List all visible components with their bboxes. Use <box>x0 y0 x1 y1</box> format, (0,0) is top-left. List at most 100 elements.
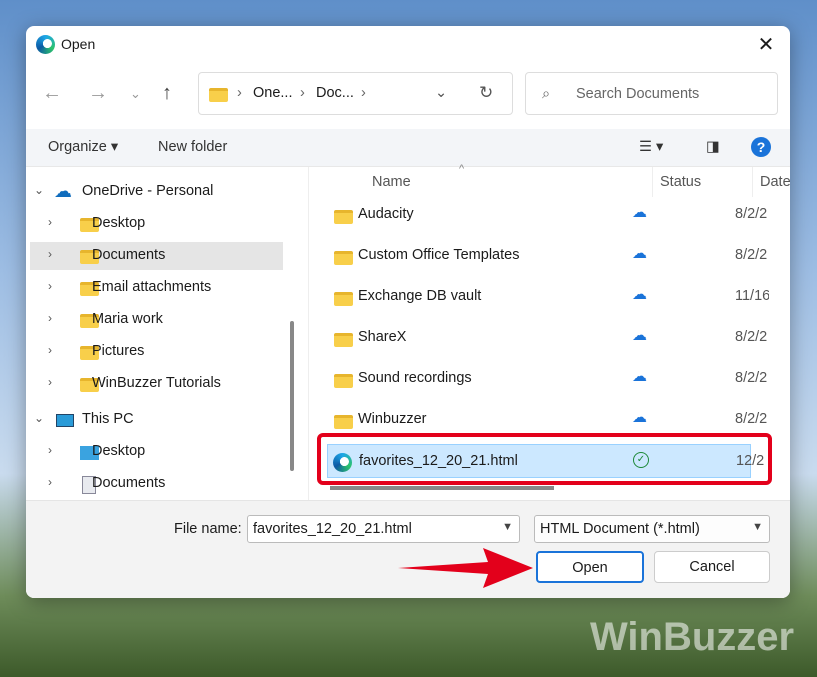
cloud-status-icon: ☁ <box>632 368 647 385</box>
nav-scrollbar[interactable] <box>290 321 294 471</box>
chevron-right-icon[interactable]: › <box>48 311 52 325</box>
chevron-down-icon[interactable]: ⌄ <box>34 411 44 425</box>
file-date: 11/16 <box>735 288 769 304</box>
column-status[interactable]: Status <box>660 174 701 190</box>
file-row[interactable]: ShareX ☁ 8/2/2 <box>327 321 767 355</box>
new-folder-button[interactable]: New folder <box>158 139 227 155</box>
title-bar: Open ✕ <box>26 26 790 62</box>
cloud-status-icon: ☁ <box>632 409 647 426</box>
nav-item-label: Maria work <box>92 311 163 327</box>
onedrive-icon: ☁ <box>54 181 72 201</box>
cloud-status-icon: ☁ <box>632 327 647 344</box>
file-name: Winbuzzer <box>358 411 427 427</box>
file-name-input[interactable]: favorites_12_20_21.html ▼ <box>247 515 520 543</box>
chevron-right-icon[interactable]: › <box>48 475 52 489</box>
chevron-right-icon[interactable]: › <box>48 279 52 293</box>
cancel-button[interactable]: Cancel <box>654 551 770 583</box>
column-name[interactable]: Name <box>372 174 411 190</box>
chevron-right-icon[interactable]: › <box>48 215 52 229</box>
nav-item[interactable]: › Desktop <box>30 210 283 238</box>
nav-item[interactable]: › Desktop <box>30 438 283 466</box>
chevron-right-icon[interactable]: › <box>48 375 52 389</box>
breadcrumb-onedrive[interactable]: One... <box>253 85 293 101</box>
file-name: ShareX <box>358 329 407 345</box>
view-options-icon[interactable]: ☰ ▾ <box>639 139 663 155</box>
chevron-right-icon[interactable]: › <box>48 247 52 261</box>
horizontal-scrollbar[interactable] <box>330 486 554 490</box>
address-bar[interactable]: › One... › Doc... › ⌄ ↻ <box>198 72 513 115</box>
nav-item[interactable]: › Documents <box>30 242 283 270</box>
file-row[interactable]: Exchange DB vault ☁ 11/16 <box>327 280 769 314</box>
file-type-select[interactable]: HTML Document (*.html) ▼ <box>534 515 770 543</box>
file-date: 8/2/2 <box>735 206 768 222</box>
cloud-status-icon: ☁ <box>632 286 647 303</box>
breadcrumb-documents[interactable]: Doc... <box>316 85 354 101</box>
nav-item-label: Documents <box>92 475 166 491</box>
highlight-annotation <box>317 433 772 485</box>
file-name: Sound recordings <box>358 370 472 386</box>
folder-icon <box>334 333 353 347</box>
nav-item-label: WinBuzzer Tutorials <box>92 375 221 391</box>
file-name: Exchange DB vault <box>358 288 482 304</box>
file-date: 8/2/2 <box>735 247 768 263</box>
nav-item[interactable]: › Email attachments <box>30 274 283 302</box>
search-input[interactable]: ⌕ Search Documents <box>525 72 778 115</box>
file-row[interactable]: Sound recordings ☁ 8/2/2 <box>327 362 767 396</box>
edge-icon <box>36 35 55 54</box>
nav-item[interactable]: ⌄ ☁ OneDrive - Personal <box>30 178 283 206</box>
organize-button[interactable]: Organize ▾ <box>48 139 118 155</box>
file-name: Custom Office Templates <box>358 247 520 263</box>
nav-item-label: Pictures <box>92 343 145 359</box>
nav-item[interactable]: ⌄ This PC <box>30 406 283 434</box>
nav-item-label: OneDrive - Personal <box>82 183 214 199</box>
chevron-right-icon[interactable]: › <box>48 343 52 357</box>
file-row[interactable]: Audacity ☁ 8/2/2 <box>327 198 767 232</box>
file-row[interactable]: Custom Office Templates ☁ 8/2/2 <box>327 239 767 273</box>
monitor-icon <box>56 414 74 427</box>
refresh-icon[interactable]: ↻ <box>479 83 493 103</box>
chevron-down-icon[interactable]: ⌄ <box>34 183 44 197</box>
chevron-down-icon: ▼ <box>752 521 763 533</box>
close-button[interactable]: ✕ <box>752 32 780 57</box>
nav-item-label: This PC <box>82 411 134 427</box>
folder-icon <box>209 88 228 102</box>
forward-button[interactable]: → <box>88 82 108 105</box>
open-button[interactable]: Open <box>536 551 644 583</box>
folder-icon <box>334 415 353 429</box>
dialog-title: Open <box>61 36 96 52</box>
nav-item-label: Email attachments <box>92 279 212 295</box>
recent-locations-button[interactable]: ⌄ <box>130 86 141 102</box>
sort-ascending-icon: ^ <box>459 163 465 175</box>
nav-item-label: Desktop <box>92 443 146 459</box>
help-icon[interactable]: ? <box>751 137 771 157</box>
folder-icon <box>334 210 353 224</box>
nav-item[interactable]: › Documents <box>30 470 283 498</box>
file-date: 8/2/2 <box>735 411 768 427</box>
cloud-status-icon: ☁ <box>632 204 647 221</box>
nav-item-label: Documents <box>92 247 166 263</box>
navigation-pane: ⌄ ☁ OneDrive - Personal › Desktop › Documents ›… <box>26 167 301 500</box>
nav-item[interactable]: › Pictures <box>30 338 283 366</box>
chevron-down-icon: ▼ <box>502 521 513 533</box>
nav-item[interactable]: › WinBuzzer Tutorials <box>30 370 283 398</box>
toolbar: Organize ▾ New folder ☰ ▾ ◨ ? <box>26 129 790 167</box>
folder-icon <box>334 292 353 306</box>
nav-item[interactable]: › Maria work <box>30 306 283 334</box>
file-date: 8/2/2 <box>735 370 768 386</box>
file-name: Audacity <box>358 206 414 222</box>
column-date[interactable]: Date <box>760 174 790 190</box>
folder-icon <box>334 251 353 265</box>
file-name-label: File name: <box>174 521 242 537</box>
up-button[interactable]: ↑ <box>162 82 172 105</box>
nav-item-label: Desktop <box>92 215 146 231</box>
chevron-right-icon[interactable]: › <box>48 443 52 457</box>
winbuzzer-watermark: WinBuzzer <box>590 615 795 659</box>
cloud-status-icon: ☁ <box>632 245 647 262</box>
file-date: 8/2/2 <box>735 329 768 345</box>
address-dropdown-icon[interactable]: ⌄ <box>435 85 447 101</box>
open-file-dialog: Open ✕ ← → ⌄ ↑ › One... › Doc... › ⌄ ↻ ⌕… <box>26 26 790 598</box>
back-button[interactable]: ← <box>42 82 62 105</box>
preview-pane-icon[interactable]: ◨ <box>706 139 720 155</box>
red-arrow-annotation <box>398 548 533 588</box>
file-row[interactable]: Winbuzzer ☁ 8/2/2 <box>327 403 767 437</box>
